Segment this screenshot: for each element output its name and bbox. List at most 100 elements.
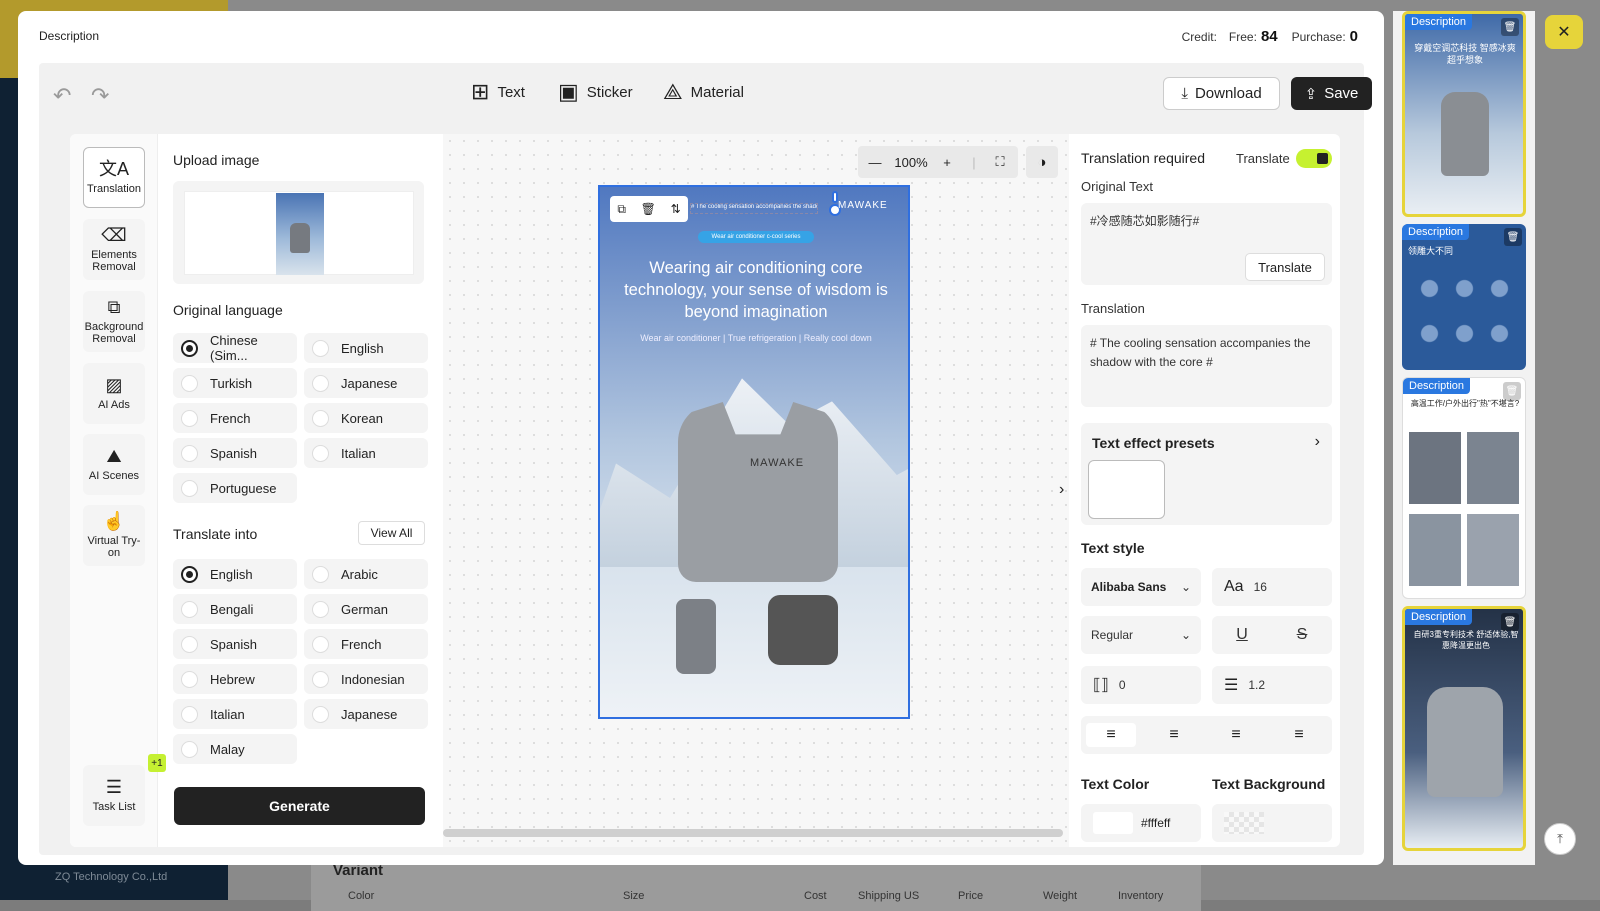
radio [312, 670, 329, 688]
into-lang-english[interactable]: English [173, 559, 297, 589]
orig-lang-spanish[interactable]: Spanish [173, 438, 297, 468]
thumbnail-2[interactable]: Description 🗑 领雕大不同 [1402, 224, 1526, 370]
trash-icon[interactable]: 🗑 [641, 202, 656, 216]
rail-ai-scenes[interactable]: ⛰ AI Scenes [83, 434, 145, 495]
rail-elements-removal[interactable]: ⌫ Elements Removal [83, 219, 145, 280]
trash-icon[interactable]: 🗑 [1501, 18, 1519, 36]
align-center-icon[interactable]: ≡ [1211, 723, 1261, 747]
thumb-tag: Description [1403, 378, 1471, 394]
sticker-tool-button[interactable]: ▣ Sticker [558, 79, 633, 105]
upload-title: Upload image [173, 152, 260, 168]
fit-screen-icon[interactable]: ⛶ [984, 154, 1016, 170]
brand-logo-text: MAWAKE [838, 200, 888, 211]
into-lang-japanese[interactable]: Japanese [304, 699, 428, 729]
trash-icon[interactable]: 🗑 [1504, 228, 1522, 246]
text-effect-presets[interactable]: Text effect presets › [1081, 423, 1332, 525]
orig-lang-french[interactable]: French [173, 403, 297, 433]
rail-ai-ads[interactable]: ▨ AI Ads [83, 363, 145, 424]
orig-lang-italian[interactable]: Italian [304, 438, 428, 468]
into-lang-french[interactable]: French [304, 629, 428, 659]
align-justify-icon[interactable]: ≡ [1274, 723, 1324, 747]
text-background-picker[interactable] [1212, 804, 1332, 842]
into-lang-hebrew[interactable]: Hebrew [173, 664, 297, 694]
close-icon[interactable]: ✕ [1545, 15, 1583, 49]
orig-lang-japanese[interactable]: Japanese [304, 368, 428, 398]
font-family-select[interactable]: Alibaba Sans ⌄ [1081, 568, 1201, 606]
undo-icon[interactable]: ↶ [53, 83, 71, 109]
orig-lang-portuguese[interactable]: Portuguese [173, 473, 297, 503]
horizontal-scrollbar[interactable] [443, 829, 1063, 837]
font-size-input[interactable]: Aa 16 [1212, 568, 1332, 606]
orig-lang-turkish[interactable]: Turkish [173, 368, 297, 398]
headline-text[interactable]: Wearing air conditioning core technology… [615, 257, 897, 323]
orig-lang-korean[interactable]: Korean [304, 403, 428, 433]
thumbnail-1[interactable]: Description 🗑 穿戴空调芯科技 智感冰爽超乎想象 [1402, 11, 1526, 217]
compare-icon[interactable]: ◑ [1026, 146, 1058, 178]
zoom-level: 100% [894, 154, 928, 170]
orig-lang-chinese[interactable]: Chinese (Sim... [173, 333, 297, 363]
rail-bg-label: Background Removal [84, 320, 144, 346]
into-lang-bengali[interactable]: Bengali [173, 594, 297, 624]
material-tool-button[interactable]: ⟁ Material [663, 79, 744, 105]
zoom-out-icon[interactable]: — [858, 155, 892, 170]
save-button[interactable]: ⇪ Save [1291, 77, 1372, 110]
rail-virtual-tryon[interactable]: ☝ Virtual Try-on [83, 505, 145, 566]
line-height-input[interactable]: ☰ 1.2 [1212, 666, 1332, 704]
text-tool-button[interactable]: ⊞ Text [471, 79, 525, 105]
letter-spacing-input[interactable]: ⟦⟧ 0 [1081, 666, 1201, 704]
alignment-group: ≡ ≡ ≡ ≡ [1081, 716, 1332, 754]
selected-text-box[interactable]: # The cooling sensation accompanies the … [690, 203, 818, 214]
task-list-label: Task List [92, 801, 136, 814]
view-all-button[interactable]: View All [358, 521, 425, 545]
thumb-photo-3 [1409, 514, 1461, 586]
orig-lang-english[interactable]: English [304, 333, 428, 363]
align-left-icon[interactable]: ≡ [1086, 723, 1136, 747]
product-image[interactable]: MAWAKE Wear air conditioner c-cool serie… [598, 185, 910, 719]
into-lang-spanish[interactable]: Spanish [173, 629, 297, 659]
translate-button[interactable]: Translate [1245, 253, 1325, 281]
translate-into-title: Translate into [173, 526, 258, 542]
sticker-label: Sticker [586, 83, 633, 101]
scroll-top-icon[interactable]: ⤒ [1544, 823, 1576, 855]
thumb-title: 领雕大不同 [1408, 246, 1454, 256]
font-weight-select[interactable]: Regular ⌄ [1081, 616, 1201, 654]
trash-icon[interactable]: 🗑 [1503, 382, 1521, 400]
save-label: Save [1324, 85, 1359, 102]
thumbnail-4[interactable]: Description 🗑 自研3重专利技术 舒适体验,智惠降温更出色 [1402, 606, 1526, 851]
trash-icon[interactable]: 🗑 [1501, 613, 1519, 631]
upload-dropzone[interactable] [173, 181, 424, 284]
into-lang-german[interactable]: German [304, 594, 428, 624]
lang-label: Hebrew [210, 671, 255, 687]
chevron-right-icon[interactable]: › [1059, 481, 1064, 499]
strikethrough-icon[interactable]: S [1272, 626, 1332, 644]
subline-text[interactable]: Wear air conditioner | True refrigeratio… [610, 333, 902, 343]
redo-icon[interactable]: ↷ [91, 83, 109, 109]
underline-icon[interactable]: U [1212, 626, 1272, 644]
download-button[interactable]: ⤓ Download [1163, 77, 1280, 110]
zoom-in-icon[interactable]: + [930, 155, 964, 170]
text-color-picker[interactable]: #fffeff [1081, 804, 1201, 842]
task-list-button[interactable]: ☰ Task List [83, 765, 145, 826]
copy-icon[interactable]: ⧉ [617, 202, 626, 217]
generate-button[interactable]: Generate [174, 787, 425, 825]
thumbnail-3[interactable]: Description 🗑 高温工作/户外出行"热"不堪言? [1402, 377, 1526, 599]
text-background-label: Text Background [1212, 776, 1326, 792]
into-lang-malay[interactable]: Malay [173, 734, 297, 764]
design-canvas[interactable]: — 100% + | ⛶ ◑ MAWAKE Wear air condition… [443, 134, 1069, 847]
col-cost: Cost [804, 890, 827, 902]
translate-toggle[interactable] [1296, 149, 1332, 168]
thumb-title: 自研3重专利技术 舒适体验,智惠降温更出色 [1413, 630, 1519, 650]
into-lang-arabic[interactable]: Arabic [304, 559, 428, 589]
lang-label: Chinese (Sim... [210, 333, 258, 363]
into-lang-italian[interactable]: Italian [173, 699, 297, 729]
radio [181, 705, 198, 723]
align-right-icon[interactable]: ≡ [1149, 723, 1199, 747]
into-lang-indonesian[interactable]: Indonesian [304, 664, 428, 694]
effect-preset-swatch[interactable] [1088, 460, 1165, 519]
col-color: Color [348, 890, 375, 902]
layer-icon[interactable]: ⇅ [671, 202, 681, 216]
translation-output[interactable]: # The cooling sensation accompanies the … [1081, 325, 1332, 407]
rail-translation[interactable]: 文A Translation [83, 147, 145, 208]
upload-preview [184, 191, 414, 275]
rail-background-removal[interactable]: ⧉ Background Removal [83, 291, 145, 352]
